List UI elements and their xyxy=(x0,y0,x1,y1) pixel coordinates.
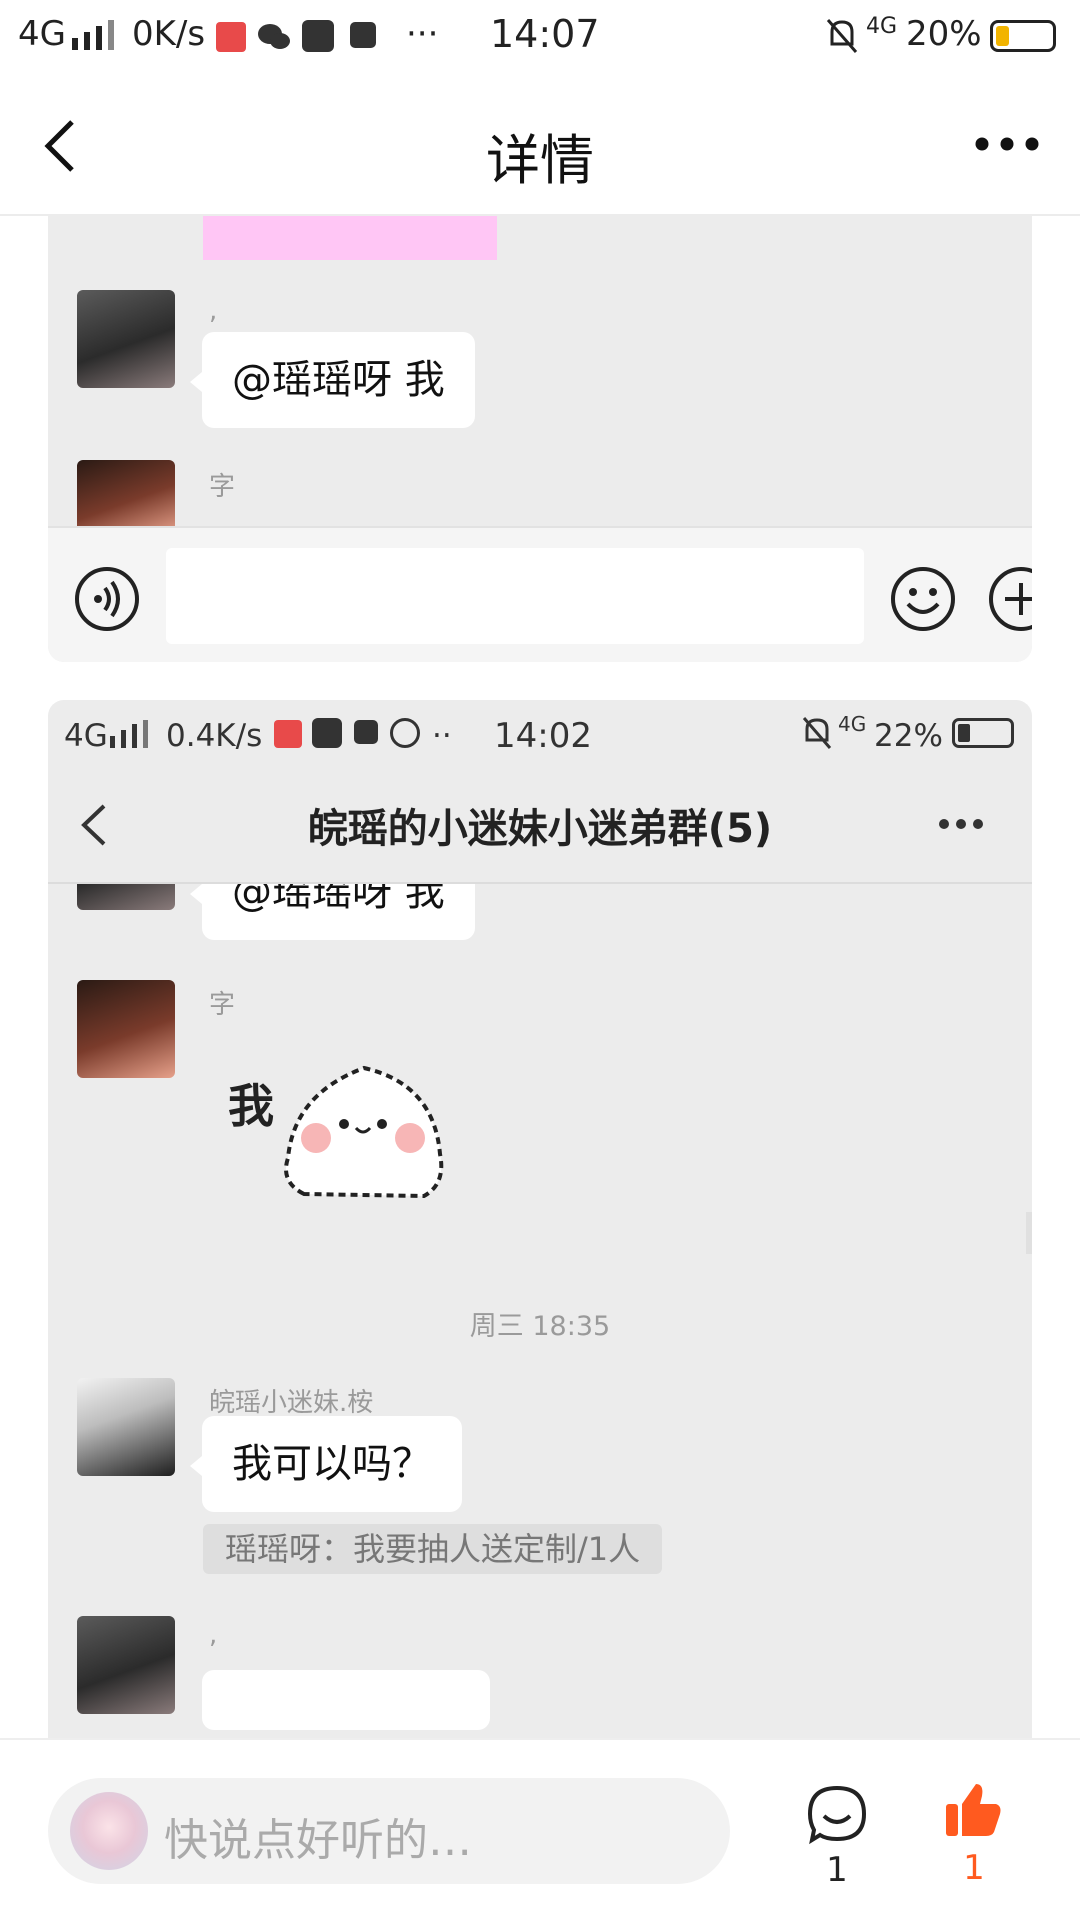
comment-placeholder: 快说点好听的… xyxy=(164,1815,472,1866)
user-avatar xyxy=(70,1792,148,1870)
clock: 14:07 xyxy=(490,12,600,56)
network-speed: 0K/s xyxy=(132,14,206,54)
message-app-icon xyxy=(312,718,342,748)
battery-icon xyxy=(990,20,1056,52)
more-notifications: ·· xyxy=(432,718,452,754)
message-bubble[interactable]: @瑶瑶呀 我 xyxy=(190,884,475,940)
signal-bars-icon xyxy=(72,20,114,50)
screenshot-top: , @瑶瑶呀 我 字 xyxy=(48,216,1032,662)
sender-name: , xyxy=(209,1620,218,1650)
chat-title: 皖瑶的小迷妹小迷弟群(5) xyxy=(307,806,773,852)
status-bar: 4G 0K/s ··· 14:07 4G 20% xyxy=(0,0,1080,76)
sticker-text: 我 xyxy=(228,1079,274,1133)
wechat-icon xyxy=(258,24,290,49)
clock: 14:02 xyxy=(494,716,592,756)
network-speed: 0.4K/s xyxy=(166,718,263,754)
app-square-icon xyxy=(350,22,376,48)
play-icon xyxy=(390,718,420,748)
sticker[interactable]: 我 xyxy=(228,1054,468,1214)
avatar[interactable] xyxy=(77,1378,175,1476)
avatar[interactable] xyxy=(77,1616,175,1714)
sender-name: 皖瑶小迷妹.桉 xyxy=(209,1388,374,1418)
network-type: 4G xyxy=(838,712,867,736)
message-bubble[interactable]: 我可以吗？ xyxy=(190,1416,462,1512)
add-icon[interactable] xyxy=(988,566,1032,632)
bell-off-icon xyxy=(826,19,858,53)
bell-off-icon xyxy=(802,717,832,749)
voice-icon[interactable] xyxy=(74,566,140,632)
highlighted-message xyxy=(203,216,497,260)
comment-icon[interactable] xyxy=(806,1784,868,1846)
signal-label: 4G xyxy=(18,14,66,54)
comment-footer: 快说点好听的… 1 1 xyxy=(0,1738,1080,1922)
app-notification-icon xyxy=(274,720,302,748)
avatar[interactable] xyxy=(77,980,175,1078)
message-bubble[interactable] xyxy=(202,1670,490,1730)
battery-percent: 20% xyxy=(906,14,982,54)
comment-count: 1 xyxy=(826,1850,848,1890)
page-title: 详情 xyxy=(486,129,594,192)
more-icon[interactable] xyxy=(974,136,1040,152)
like-count: 1 xyxy=(963,1848,985,1888)
sender-name: 字 xyxy=(209,990,236,1020)
nav-bar: 详情 xyxy=(0,76,1080,216)
network-type: 4G xyxy=(866,14,898,39)
more-notifications: ··· xyxy=(406,14,439,54)
message-bubble[interactable]: @瑶瑶呀 我 xyxy=(190,332,475,428)
sender-name: 字 xyxy=(209,472,236,502)
chat-input-bar xyxy=(48,526,1032,662)
quoted-message[interactable]: 瑶瑶呀：我要抽人送定制/1人 xyxy=(203,1524,663,1574)
like-thumb-icon[interactable] xyxy=(944,1780,1004,1840)
avatar[interactable] xyxy=(77,884,175,910)
message-input[interactable] xyxy=(166,548,864,644)
avatar[interactable] xyxy=(77,290,175,388)
comment-input[interactable]: 快说点好听的… xyxy=(48,1778,730,1884)
message-app-icon xyxy=(302,20,334,52)
battery-percent: 22% xyxy=(874,718,943,754)
emoji-icon[interactable] xyxy=(890,566,956,632)
scrollbar[interactable] xyxy=(1026,1212,1032,1254)
battery-icon xyxy=(952,718,1014,748)
more-icon[interactable] xyxy=(938,818,984,830)
timestamp: 周三 18:35 xyxy=(469,1311,611,1342)
app-square-icon xyxy=(354,720,378,744)
app-notification-icon xyxy=(216,22,246,52)
signal-bars-icon xyxy=(110,720,148,748)
chat-area: @瑶瑶呀 我 字 我 周三 18:35 皖瑶小迷妹.桉 我可以吗？ 瑶瑶呀：我要… xyxy=(48,884,1032,1738)
avatar[interactable] xyxy=(77,460,175,534)
sender-name: , xyxy=(209,296,218,326)
signal-label: 4G xyxy=(64,718,108,754)
screenshot-bottom: 4G 0.4K/s ·· 14:02 4G 22% 皖瑶的小迷妹小迷弟群(5) … xyxy=(48,700,1032,1738)
ghost-sticker-icon xyxy=(284,1065,444,1199)
